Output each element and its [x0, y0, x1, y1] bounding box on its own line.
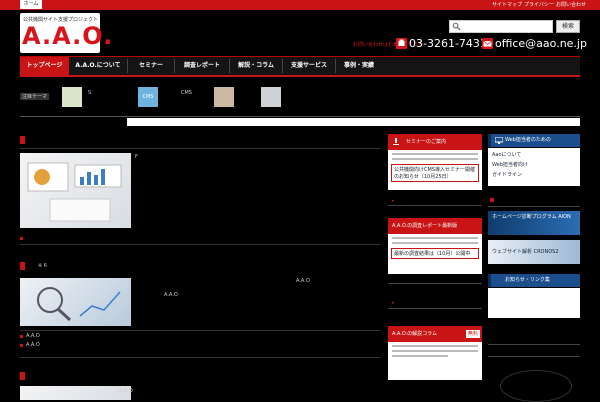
nav-item-column[interactable]: 解説・コラム	[230, 57, 282, 75]
divider	[20, 244, 380, 245]
article-image[interactable]	[20, 153, 131, 228]
contact-link[interactable]: お問い合わせ	[556, 2, 586, 8]
right-box-item[interactable]: Web担当者向け	[492, 161, 576, 168]
nav-item-services[interactable]: 支援サービス	[283, 57, 335, 75]
divider	[488, 356, 580, 357]
panel-header-report: A.A.O.の調査レポート最新版	[388, 218, 482, 234]
free-badge: 無料	[465, 330, 480, 338]
search-icon	[452, 22, 461, 31]
nav-item-seminar[interactable]: セミナー	[128, 57, 174, 75]
nav-item-report[interactable]: 調査レポート	[175, 57, 229, 75]
bullet	[20, 237, 23, 240]
panel-body: 最新の調査結果は（10月）公開中	[388, 234, 482, 274]
divider	[388, 308, 482, 309]
banner-aion[interactable]: ホームページ診断プログラム AION	[488, 211, 580, 235]
bullet	[20, 344, 23, 347]
search-button[interactable]: 検索	[556, 20, 580, 33]
ticker-thumbnail[interactable]: CMS	[138, 87, 158, 107]
ticker-thumbnail[interactable]	[261, 87, 281, 107]
panel-item[interactable]: 公共機関向けCMS導入セミナー開催のお知らせ（10月25日）	[391, 164, 479, 182]
panel-header-seminar: セミナーのご案内	[388, 134, 482, 150]
article-meta: A.A.O	[164, 292, 178, 298]
article-title[interactable]: ※ 6	[38, 263, 47, 269]
section-marker	[20, 136, 25, 144]
right-box	[488, 288, 580, 318]
decorative-emblem	[500, 370, 572, 402]
ticker-thumbnail[interactable]	[62, 87, 82, 107]
divider	[488, 344, 580, 345]
banner-text: ホームページ診断プログラム AION	[492, 214, 571, 220]
email-address[interactable]: office@aao.ne.jp	[495, 37, 587, 50]
ticker-thumbnail[interactable]	[214, 87, 234, 107]
monitor-icon	[495, 137, 503, 144]
banner-cronos[interactable]: ウェブサイト解析 CRONOS2	[488, 240, 580, 264]
article-meta: A.A.O	[119, 388, 133, 394]
divider	[388, 283, 482, 284]
right-header: Web担当者のための	[488, 134, 580, 147]
article-meta[interactable]: A.A.O	[26, 342, 40, 348]
divider	[20, 116, 580, 117]
divider	[388, 205, 482, 206]
phone-icon	[396, 38, 407, 49]
right-box: Aaoについて Web担当者向け ガイドライン	[488, 148, 580, 186]
panel-title: A.A.O.の解説コラム	[392, 331, 438, 337]
panel-item[interactable]: 最新の調査結果は（10月）公開中	[391, 248, 479, 259]
article-meta[interactable]: A.A.O	[26, 333, 40, 339]
bullet	[490, 198, 494, 202]
microphone-icon	[393, 138, 399, 145]
article-tag: F	[135, 154, 138, 160]
article-image[interactable]	[20, 278, 131, 326]
panel-body: 公共機関向けCMS導入セミナー開催のお知らせ（10月25日）	[388, 150, 482, 190]
divider	[20, 357, 380, 358]
bullet	[20, 335, 23, 338]
right-box-item[interactable]: Aaoについて	[492, 151, 576, 158]
more-link[interactable]: ▸	[392, 198, 395, 204]
banner-strip	[127, 118, 580, 126]
panel-title: セミナーのご案内	[406, 139, 447, 145]
divider	[20, 148, 380, 149]
logo-text: A.A.O.	[22, 22, 114, 50]
sitemap-link[interactable]: サイトマップ	[492, 2, 522, 8]
divider	[20, 330, 380, 331]
search-input[interactable]	[449, 20, 553, 33]
article-image[interactable]	[20, 386, 131, 400]
article-meta: A.A.O	[296, 278, 310, 284]
right-box-item[interactable]: ガイドライン	[492, 171, 576, 178]
section-marker	[20, 262, 25, 270]
panel-title: A.A.O.の調査レポート最新版	[392, 223, 458, 229]
right-header-title: お知らせ・リンク集	[505, 277, 550, 283]
right-header: お知らせ・リンク集	[488, 274, 580, 287]
panel-header-column: A.A.O.の解説コラム 無料	[388, 326, 482, 342]
banner-text: ウェブサイト解析 CRONOS2	[492, 249, 559, 255]
home-tab[interactable]: ホーム	[20, 0, 42, 9]
ticker-text[interactable]: S	[88, 90, 91, 96]
panel-body	[388, 342, 482, 380]
divider	[488, 206, 580, 207]
ticker-label: 注目テーマ	[20, 93, 50, 100]
section-marker	[20, 372, 25, 380]
right-header-title: Web担当者のための	[505, 137, 551, 143]
nav-item-about[interactable]: A.A.O.について	[69, 57, 127, 75]
privacy-link[interactable]: プライバシー	[524, 2, 554, 8]
mail-icon	[482, 38, 493, 49]
phone-number[interactable]: 03-3261-7431	[409, 37, 487, 50]
ticker-text[interactable]: CMS	[181, 90, 192, 96]
nav-item-cases[interactable]: 事例・実績	[336, 57, 382, 75]
more-link[interactable]: ▸	[392, 300, 395, 306]
nav-item-top[interactable]: トップページ	[20, 57, 69, 75]
